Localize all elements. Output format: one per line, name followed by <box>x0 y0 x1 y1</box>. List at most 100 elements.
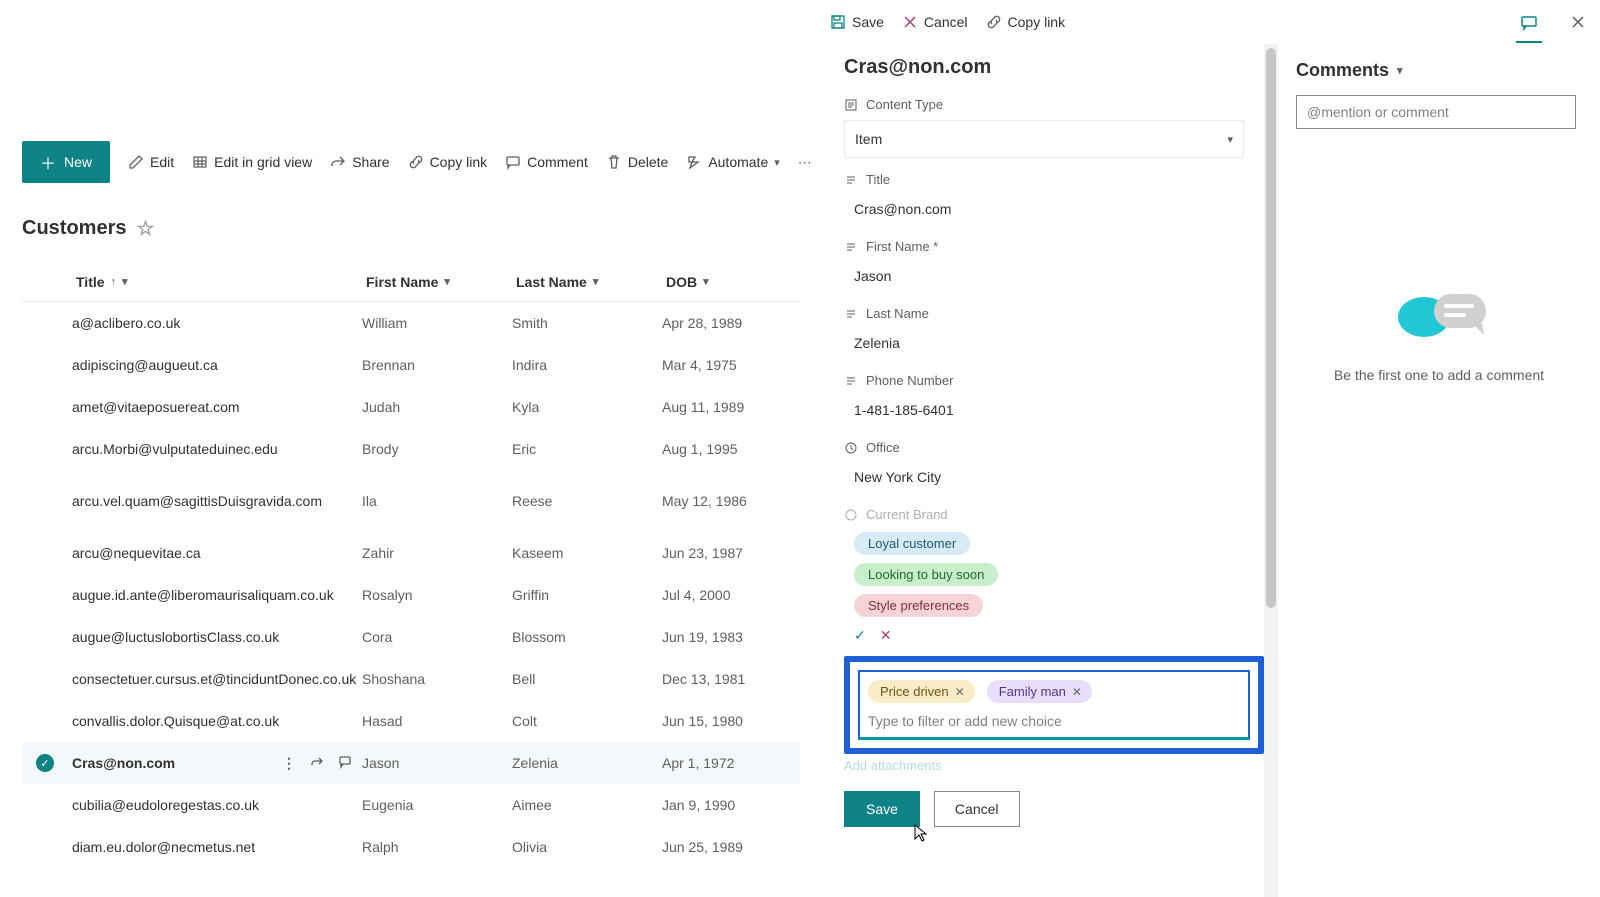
cell-first: William <box>362 315 512 331</box>
choice-input[interactable]: Price driven ✕ Family man ✕ Type to filt… <box>858 670 1250 740</box>
table-row[interactable]: adipiscing@augueut.caBrennanIndiraMar 4,… <box>22 344 800 386</box>
comment-input[interactable]: @mention or comment <box>1296 95 1576 129</box>
last-name-input[interactable]: Zelenia <box>844 327 1244 359</box>
table-row[interactable]: arcu@nequevitae.caZahirKaseemJun 23, 198… <box>22 532 800 574</box>
content-type-select[interactable]: Item ▾ <box>844 120 1244 158</box>
panel-scrollbar[interactable] <box>1264 44 1278 897</box>
copylink-label: Copy link <box>430 154 488 170</box>
copylink-button[interactable]: Copy link <box>408 154 488 170</box>
plus-icon: ＋ <box>40 150 56 174</box>
col-title[interactable]: Title ↑ ▾ <box>72 274 362 290</box>
add-attachments-link[interactable]: Add attachments <box>844 758 1256 773</box>
cell-title: amet@vitaeposuereat.com <box>72 399 362 415</box>
table-row[interactable]: cubilia@eudoloregestas.co.ukEugeniaAimee… <box>22 784 800 826</box>
table-row[interactable]: convallis.dolor.Quisque@at.co.ukHasadCol… <box>22 700 800 742</box>
chip-remove-icon[interactable]: ✕ <box>1072 685 1082 699</box>
cell-dob: Dec 13, 1981 <box>662 671 822 687</box>
cell-title: Cras@non.com⋮ <box>72 755 362 772</box>
flow-icon <box>686 154 702 170</box>
automate-button[interactable]: Automate ▾ <box>686 154 779 170</box>
table-row[interactable]: ✓Cras@non.com⋮JasonZeleniaApr 1, 1972 <box>22 742 800 784</box>
row-more-icon[interactable]: ⋮ <box>282 755 296 772</box>
panel-save-button[interactable]: Save <box>830 14 884 30</box>
col-first[interactable]: First Name ▾ <box>362 274 512 290</box>
cell-last: Zelenia <box>512 755 662 771</box>
tag-cancel-button[interactable]: ✕ <box>880 627 892 644</box>
chevron-down-icon: ▾ <box>1227 133 1233 146</box>
content-type-label: Content Type <box>844 97 1256 112</box>
cell-first: Brody <box>362 441 512 457</box>
comments-toggle-button[interactable] <box>1516 10 1542 43</box>
data-table: Title ↑ ▾ First Name ▾ Last Name ▾ DOB ▾… <box>22 262 800 868</box>
cell-dob: May 12, 1986 <box>662 493 822 509</box>
chevron-down-icon: ▾ <box>122 275 128 288</box>
tag-option-loyal[interactable]: Loyal customer <box>854 532 970 555</box>
edit-button[interactable]: Edit <box>128 154 174 170</box>
edit-grid-button[interactable]: Edit in grid view <box>192 154 312 170</box>
tag-option-looking[interactable]: Looking to buy soon <box>854 563 998 586</box>
table-row[interactable]: augue@luctuslobortisClass.co.ukCoraBloss… <box>22 616 800 658</box>
table-row[interactable]: augue.id.ante@liberomaurisaliquam.co.ukR… <box>22 574 800 616</box>
phone-input[interactable]: 1-481-185-6401 <box>844 394 1244 426</box>
delete-label: Delete <box>628 154 668 170</box>
share-button[interactable]: Share <box>330 154 389 170</box>
panel-cancel-button[interactable]: Cancel <box>902 14 968 30</box>
table-row[interactable]: a@aclibero.co.ukWilliamSmithApr 28, 1989 <box>22 302 800 344</box>
cell-last: Olivia <box>512 839 662 855</box>
cell-first: Eugenia <box>362 797 512 813</box>
table-row[interactable]: diam.eu.dolor@necmetus.netRalphOliviaJun… <box>22 826 800 868</box>
content-type-value: Item <box>855 131 882 147</box>
cell-title: a@aclibero.co.uk <box>72 315 362 331</box>
title-label: Title <box>844 172 1256 187</box>
title-input[interactable]: Cras@non.com <box>844 193 1244 225</box>
cell-dob: Mar 4, 1975 <box>662 357 822 373</box>
chevron-down-icon: ▾ <box>444 275 450 288</box>
comments-panel: Comments ▾ @mention or comment Be the fi… <box>1278 44 1600 897</box>
new-button[interactable]: ＋ New <box>22 141 110 183</box>
tag-confirm-button[interactable]: ✓ <box>854 627 866 644</box>
cell-title: arcu@nequevitae.ca <box>72 545 362 561</box>
cell-first: Hasad <box>362 713 512 729</box>
chip-remove-icon[interactable]: ✕ <box>955 685 965 699</box>
cell-title: augue@luctuslobortisClass.co.uk <box>72 629 362 645</box>
col-dob[interactable]: DOB ▾ <box>662 274 822 290</box>
first-name-input[interactable]: Jason <box>844 260 1244 292</box>
choice-filter-placeholder: Type to filter or add new choice <box>868 713 1240 729</box>
table-row[interactable]: arcu.Morbi@vulputateduinec.eduBrodyEricA… <box>22 428 800 470</box>
cell-first: Cora <box>362 629 512 645</box>
office-input[interactable]: New York City <box>844 461 1244 493</box>
save-icon <box>830 14 846 30</box>
form-save-button[interactable]: Save <box>844 791 920 827</box>
form-cancel-button[interactable]: Cancel <box>934 791 1020 827</box>
table-row[interactable]: arcu.vel.quam@sagittisDuisgravida.comIla… <box>22 470 800 532</box>
comment-icon <box>505 154 521 170</box>
cell-dob: Jun 25, 1989 <box>662 839 822 855</box>
favorite-star-icon[interactable]: ☆ <box>136 216 154 241</box>
cell-title: convallis.dolor.Quisque@at.co.uk <box>72 713 362 729</box>
pencil-icon <box>128 154 144 170</box>
last-name-label: Last Name <box>844 306 1256 321</box>
row-comment-icon[interactable] <box>338 755 352 772</box>
cell-first: Rosalyn <box>362 587 512 603</box>
share-icon <box>330 154 346 170</box>
grid-icon <box>192 154 208 170</box>
cell-last: Colt <box>512 713 662 729</box>
cell-last: Aimee <box>512 797 662 813</box>
overflow-button[interactable]: ⋯ <box>798 154 812 171</box>
col-last[interactable]: Last Name ▾ <box>512 274 662 290</box>
panel-close-button[interactable] <box>1570 14 1586 35</box>
cell-first: Judah <box>362 399 512 415</box>
tag-option-style[interactable]: Style preferences <box>854 594 983 617</box>
table-row[interactable]: consectetuer.cursus.et@tinciduntDonec.co… <box>22 658 800 700</box>
tag-options-dropdown: Loyal customer Looking to buy soon Style… <box>844 522 1244 621</box>
table-row[interactable]: amet@vitaeposuereat.comJudahKylaAug 11, … <box>22 386 800 428</box>
cell-dob: Aug 1, 1995 <box>662 441 822 457</box>
comments-empty-illustration <box>1296 279 1582 349</box>
comment-button[interactable]: Comment <box>505 154 588 170</box>
list-name: Customers <box>22 217 126 240</box>
cell-first: Zahir <box>362 545 512 561</box>
panel-copylink-button[interactable]: Copy link <box>986 14 1066 30</box>
delete-button[interactable]: Delete <box>606 154 668 170</box>
chevron-down-icon[interactable]: ▾ <box>1397 64 1403 77</box>
row-share-icon[interactable] <box>310 755 324 772</box>
